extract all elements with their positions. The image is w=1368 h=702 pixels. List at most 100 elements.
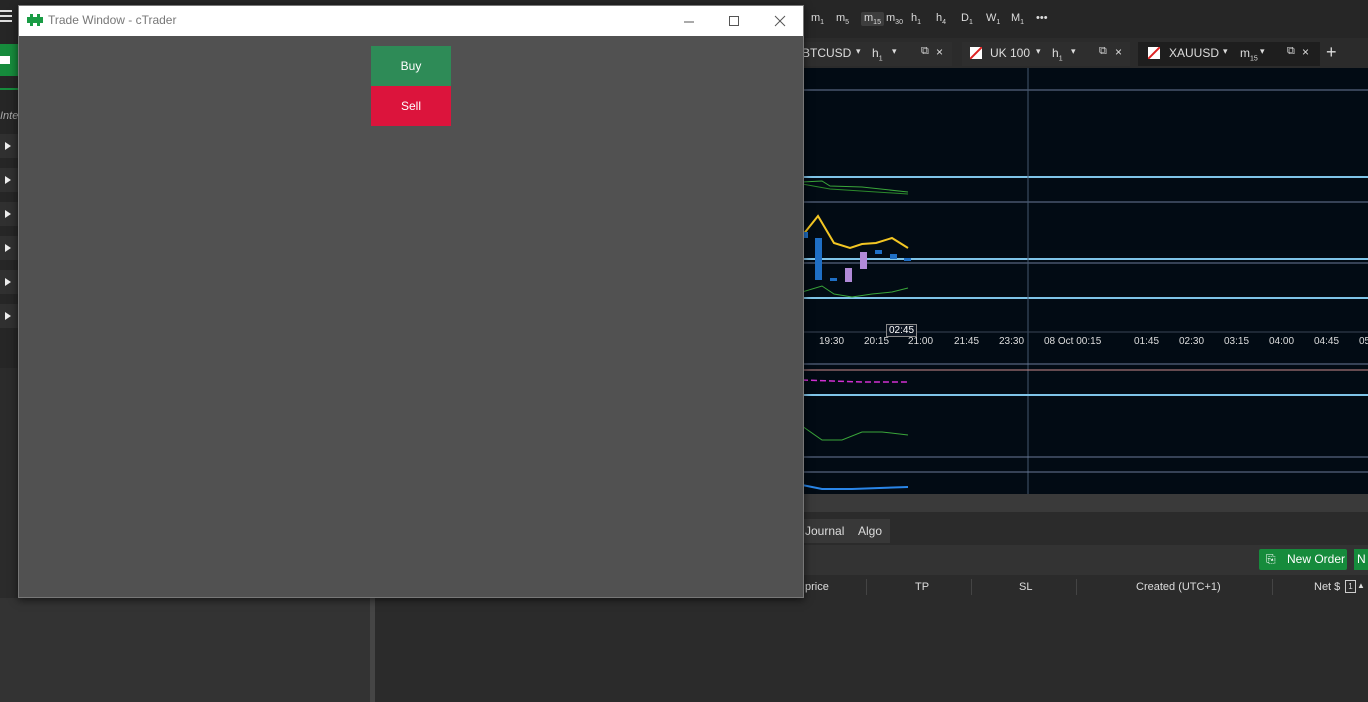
candle (860, 252, 867, 269)
time-axis-label: 02:30 (1179, 336, 1205, 347)
timeframe-button-W1[interactable]: W1 (986, 12, 1000, 26)
column-divider[interactable] (1272, 579, 1273, 595)
timeframe-button-m15[interactable]: m15 (861, 12, 884, 27)
more-timeframes-button[interactable]: ••• (1036, 12, 1048, 24)
expand-arrow-icon (5, 244, 11, 252)
close-icon[interactable]: × (936, 45, 943, 59)
column-divider[interactable] (1076, 579, 1077, 595)
trade-watchlist-icon[interactable] (0, 44, 18, 76)
timeframe-button-m30[interactable]: m30 (886, 12, 903, 26)
sidebar-group[interactable] (0, 134, 18, 158)
column-divider[interactable] (866, 579, 867, 595)
chevron-down-icon[interactable]: ▾ (1223, 46, 1228, 57)
close-icon[interactable]: × (1302, 45, 1309, 59)
column-tp[interactable]: TP (915, 581, 929, 593)
timeframe-button-m1[interactable]: m1 (811, 12, 824, 26)
timeframe-button-m5[interactable]: m5 (836, 12, 849, 26)
hamburger-menu-icon[interactable] (0, 10, 12, 24)
indicator-line (802, 285, 909, 298)
chevron-down-icon[interactable]: ▾ (892, 46, 897, 57)
expand-arrow-icon (5, 278, 11, 286)
symbol-flag-icon (1148, 47, 1160, 59)
orders-column-headers (802, 576, 1368, 599)
chart-tab-symbol: UK 100 (990, 46, 1031, 60)
left-sidebar: Inter (0, 38, 18, 368)
chart-tab-xauusd[interactable]: XAUUSD ▾ m15 ▾ ⧉ × (1138, 42, 1320, 66)
minimize-icon[interactable] (678, 10, 700, 32)
candle (830, 278, 837, 281)
symbol-flag-icon (970, 47, 982, 59)
column-created[interactable]: Created (UTC+1) (1136, 581, 1221, 593)
time-axis-label: 08 Oct 00:15 (1044, 336, 1102, 347)
timeframe-button-D1[interactable]: D1 (961, 12, 973, 26)
net-column-badge[interactable]: 1 (1345, 580, 1356, 593)
timeframe-button-h1[interactable]: h1 (911, 12, 921, 26)
time-axis-label: 04:00 (1269, 336, 1295, 347)
add-tab-button[interactable]: + (1326, 42, 1337, 63)
tab-journal[interactable]: Journal (797, 519, 853, 543)
trade-window: Trade Window - cTrader Buy Sell (18, 5, 804, 598)
chart-tab-symbol: XAUUSD (1169, 46, 1220, 60)
chart-scrollbar[interactable] (802, 494, 1368, 512)
window-titlebar[interactable]: Trade Window - cTrader (19, 6, 803, 36)
candle (845, 268, 852, 282)
expand-arrow-icon (5, 142, 11, 150)
chart-tab-timeframe[interactable]: h1 (1052, 46, 1063, 62)
chevron-down-icon[interactable]: ▾ (1036, 46, 1041, 57)
sidebar-group[interactable] (0, 168, 18, 192)
close-icon[interactable] (769, 10, 791, 32)
new-order-icon: ⎘ (1266, 552, 1276, 566)
candle (815, 238, 822, 280)
sort-up-icon[interactable]: ▲ (1357, 581, 1365, 590)
time-axis-label: 20:15 (864, 336, 890, 347)
column-net[interactable]: Net $ (1314, 581, 1340, 593)
chart-tab-timeframe[interactable]: h1 (872, 46, 883, 62)
sidebar-group[interactable] (0, 270, 18, 294)
sidebar-group[interactable] (0, 304, 18, 328)
time-axis-label: 01:45 (1134, 336, 1160, 347)
candle (875, 250, 882, 254)
new-order-label: New Order (1287, 552, 1346, 566)
left-panel-lower (0, 598, 372, 702)
chart-tab-timeframe[interactable]: m15 (1240, 46, 1258, 62)
indicator-line (802, 425, 909, 441)
time-axis-label: 23:30 (999, 336, 1025, 347)
indicator-line (802, 379, 908, 383)
time-axis-label: 05 (1359, 336, 1368, 347)
chevron-down-icon[interactable]: ▾ (1260, 46, 1265, 57)
time-axis-label: 21:00 (908, 336, 934, 347)
new-position-button[interactable]: N (1354, 549, 1368, 570)
price-chart[interactable] (802, 68, 1368, 494)
indicator-line (802, 484, 909, 490)
timeframe-button-h4[interactable]: h4 (936, 12, 946, 26)
sidebar-group[interactable] (0, 202, 18, 226)
chart-tab-btcusd[interactable]: BTCUSD ▾ h1 ▾ ⧉ × (802, 42, 952, 66)
sell-button[interactable]: Sell (371, 86, 451, 126)
search-partial-text[interactable]: Inter (0, 110, 18, 122)
expand-arrow-icon (5, 210, 11, 218)
chart-tab-uk100[interactable]: UK 100 ▾ h1 ▾ ⧉ × (962, 42, 1130, 66)
detach-icon[interactable]: ⧉ (921, 45, 929, 58)
tab-algo[interactable]: Algo (850, 519, 891, 543)
new-order-button[interactable]: ⎘ New Order (1259, 549, 1347, 570)
column-divider[interactable] (971, 579, 972, 595)
maximize-icon[interactable] (723, 10, 745, 32)
buy-button[interactable]: Buy (371, 46, 451, 86)
chevron-down-icon[interactable]: ▾ (1071, 46, 1076, 57)
sidebar-group[interactable] (0, 236, 18, 260)
chevron-down-icon[interactable]: ▾ (856, 46, 861, 57)
candle (890, 254, 897, 259)
time-axis-label: 21:45 (954, 336, 980, 347)
time-axis-label: 03:15 (1224, 336, 1250, 347)
chart-tab-symbol: BTCUSD (802, 46, 852, 60)
orders-list (375, 598, 1368, 702)
window-title: Trade Window - cTrader (48, 13, 177, 27)
candle (904, 258, 911, 261)
close-icon[interactable]: × (1115, 45, 1122, 59)
timeframe-button-M1[interactable]: M1 (1011, 12, 1024, 26)
detach-icon[interactable]: ⧉ (1287, 45, 1295, 58)
column-sl[interactable]: SL (1019, 581, 1032, 593)
expand-arrow-icon (5, 176, 11, 184)
detach-icon[interactable]: ⧉ (1099, 45, 1107, 58)
column-price[interactable]: price (805, 581, 829, 593)
